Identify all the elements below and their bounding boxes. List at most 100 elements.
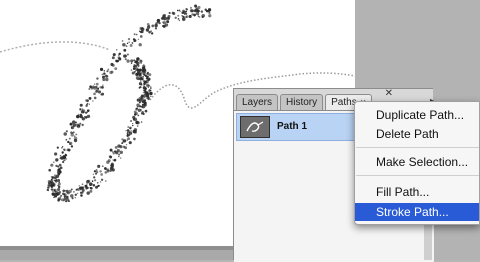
menu-item-delete-path[interactable]: Delete Path — [355, 125, 479, 143]
tab-history[interactable]: History — [280, 94, 324, 111]
stroke-dot — [64, 153, 67, 155]
stroke-dot — [157, 21, 160, 24]
path-item-label: Path 1 — [277, 121, 308, 132]
menu-item-make-selection[interactable]: Make Selection... — [355, 153, 479, 171]
stroke-dot — [139, 68, 142, 72]
stroke-dot — [70, 127, 73, 129]
menu-item-duplicate-path[interactable]: Duplicate Path... — [355, 106, 479, 124]
stroke-dot — [139, 35, 143, 38]
stroke-dot — [147, 92, 149, 95]
stroke-dot — [60, 194, 62, 197]
stroke-dot — [89, 189, 93, 193]
stroke-dot — [65, 138, 68, 141]
stroke-dot — [191, 13, 194, 16]
stroke-dot — [84, 115, 88, 119]
stroke-dot — [131, 42, 134, 44]
stroke-dot — [208, 10, 211, 13]
stroke-dot — [146, 96, 149, 100]
stroke-dot — [79, 113, 82, 116]
stroke-dot — [65, 130, 68, 133]
stroke-dot — [47, 186, 50, 189]
stroke-dot — [197, 5, 201, 10]
stroke-dot — [112, 53, 116, 57]
stroke-dot — [181, 11, 185, 15]
stroke-dot — [101, 165, 104, 167]
stroke-dot — [69, 142, 72, 145]
stroke-dot — [73, 138, 78, 143]
stroke-dot — [128, 141, 132, 145]
stroke-dot — [140, 105, 144, 108]
stroke-dot — [107, 68, 110, 71]
stroke-dot — [126, 42, 129, 45]
stroke-dot — [95, 82, 99, 86]
stroke-dot — [63, 194, 65, 196]
stroke-dot — [50, 163, 54, 167]
stroke-dot — [135, 70, 137, 72]
stroke-dot — [196, 9, 200, 13]
stroke-dot — [92, 100, 94, 102]
stroke-dot — [62, 155, 67, 160]
tab-layers[interactable]: Layers — [236, 94, 279, 111]
stroke-dot — [47, 189, 50, 192]
stroke-dot — [124, 58, 127, 61]
stroke-dot — [147, 91, 149, 94]
stroke-dot — [140, 83, 143, 86]
stroke-dot — [74, 135, 76, 137]
menu-item-fill-path[interactable]: Fill Path... — [355, 183, 479, 201]
stroke-dot — [72, 131, 75, 134]
stroke-dot — [137, 114, 140, 117]
stroke-dot — [55, 195, 58, 197]
stroke-dot — [105, 180, 107, 182]
stroke-dot — [65, 158, 68, 160]
stroke-dot — [125, 144, 128, 146]
stroke-dot — [190, 9, 194, 13]
close-icon[interactable]: ✕ — [385, 88, 393, 99]
stroke-dot — [106, 75, 109, 78]
stroke-dot — [161, 17, 164, 20]
stroke-dot — [93, 86, 97, 90]
stroke-dot — [179, 10, 181, 13]
stroke-dot — [189, 15, 191, 17]
stroke-dot — [77, 113, 80, 116]
stroke-dot — [99, 170, 102, 173]
stroke-dot — [130, 62, 133, 65]
stroke-dot — [130, 69, 133, 71]
stroke-dot — [95, 173, 97, 175]
stroke-dot — [96, 77, 99, 80]
stroke-dot — [79, 122, 82, 125]
menu-item-stroke-path[interactable]: Stroke Path... — [355, 203, 479, 221]
path-thumbnail-graphic — [246, 121, 264, 132]
stroke-dot — [54, 179, 57, 182]
stroke-dot — [130, 120, 133, 122]
paths-context-menu: Duplicate Path... Delete Path Make Selec… — [354, 101, 480, 225]
stroke-dot — [113, 158, 117, 162]
stroke-dot — [78, 185, 80, 187]
stroke-dot — [66, 198, 70, 202]
stroke-dot — [143, 89, 147, 92]
stroke-dot — [104, 167, 107, 170]
stroke-dot — [106, 169, 110, 173]
stroke-dot — [88, 103, 90, 105]
stroke-dot — [86, 109, 90, 112]
stroke-dot — [81, 123, 84, 127]
stroke-dot — [162, 21, 167, 25]
stroke-dot — [138, 43, 142, 47]
stroke-dot — [143, 69, 145, 72]
stroke-dot — [64, 189, 66, 192]
stroke-dot — [135, 107, 138, 110]
stroke-dot — [136, 68, 140, 72]
stroke-dot — [100, 178, 104, 181]
stroke-dot — [132, 124, 134, 127]
tab-paths-label: Paths — [331, 97, 357, 108]
stroke-dot — [106, 160, 110, 165]
stroke-dot — [88, 88, 91, 90]
stroke-dot — [136, 121, 140, 125]
stroke-dot — [84, 111, 88, 114]
stroke-dot — [176, 9, 179, 12]
stroke-dot — [47, 182, 50, 185]
stroke-dot — [185, 15, 189, 18]
stroke-dot — [56, 192, 60, 196]
stroke-dot — [105, 77, 109, 82]
stroke-dot — [80, 192, 82, 194]
stroke-dot — [53, 188, 57, 193]
